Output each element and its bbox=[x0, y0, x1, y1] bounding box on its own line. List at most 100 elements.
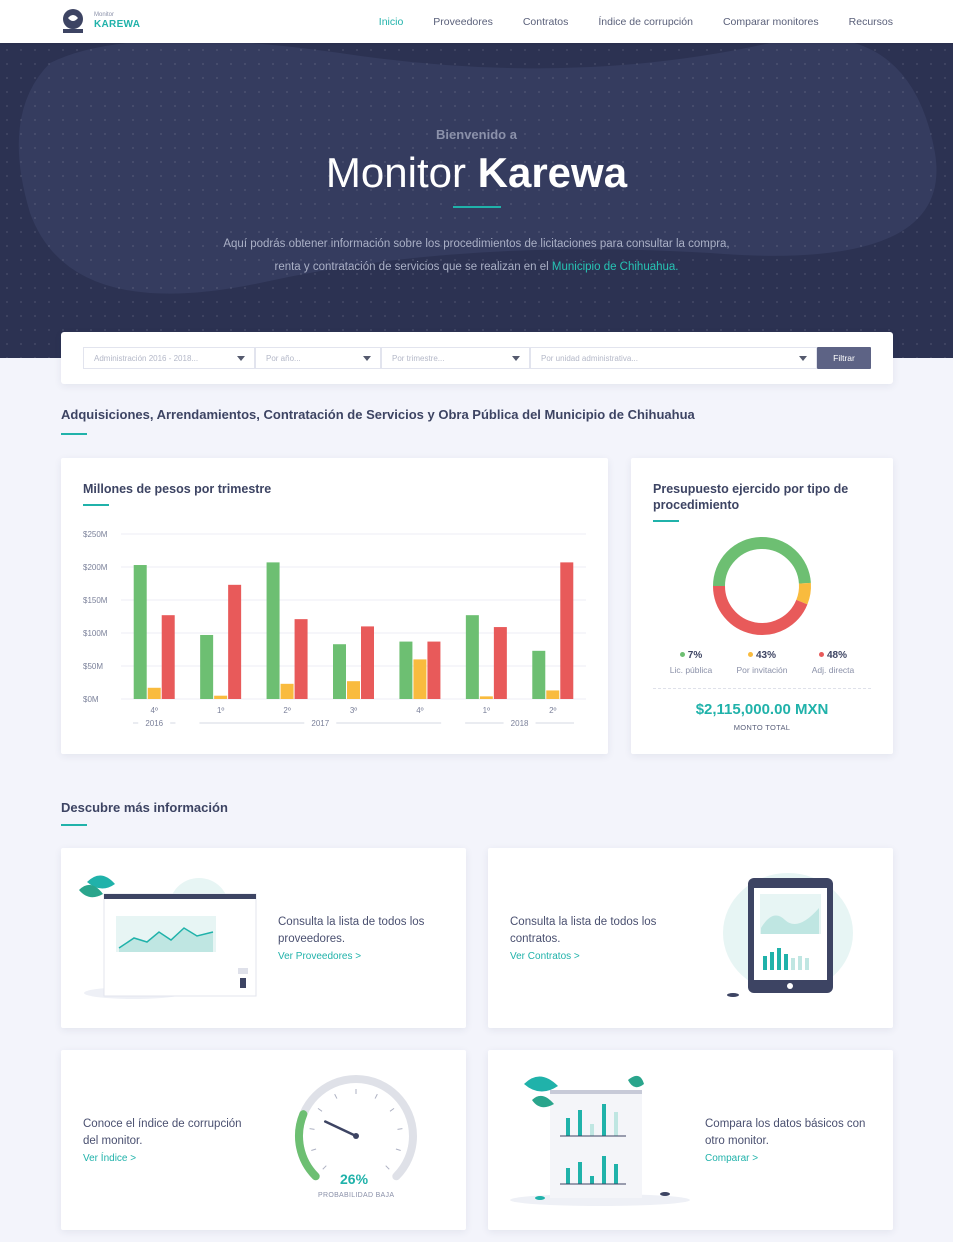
gauge-tick bbox=[311, 1148, 317, 1151]
comparar-text: Compara los datos básicos con otro monit… bbox=[705, 1118, 866, 1147]
gauge-fill bbox=[295, 1110, 320, 1181]
y-tick-label: $250M bbox=[83, 530, 108, 539]
ver-indice-link[interactable]: Ver Índice > bbox=[83, 1153, 136, 1164]
hero-description: Aquí podrás obtener información sobre lo… bbox=[223, 238, 730, 273]
nav-link-indice[interactable]: Índice de corrupción bbox=[598, 16, 693, 28]
unit-select[interactable]: Por unidad administrativa... bbox=[530, 347, 817, 369]
bar bbox=[399, 641, 413, 699]
proveedores-illustration bbox=[79, 875, 257, 999]
bar bbox=[228, 584, 242, 699]
section-underline bbox=[61, 824, 87, 826]
corruption-gauge bbox=[295, 1075, 417, 1181]
bar bbox=[133, 565, 147, 699]
quarter-select[interactable]: Por trimestre... bbox=[381, 347, 530, 369]
year-label: 2016 bbox=[145, 719, 163, 728]
section-title-descubre: Descubre más información bbox=[61, 800, 228, 815]
logo-big-text: KAREWA bbox=[94, 19, 141, 30]
gauge-value: 26% bbox=[340, 1171, 369, 1187]
x-tick-label: 1º bbox=[483, 706, 490, 715]
comparar-card[interactable]: Compara los datos básicos con otro monit… bbox=[488, 1050, 893, 1230]
bar bbox=[347, 681, 360, 699]
gauge-tick bbox=[389, 1107, 395, 1112]
logo-icon bbox=[63, 9, 83, 33]
contratos-illustration bbox=[723, 873, 853, 997]
hero-welcome: Bienvenido a bbox=[436, 127, 517, 142]
y-tick-label: $100M bbox=[83, 629, 108, 638]
nav-link-proveedores[interactable]: Proveedores bbox=[433, 16, 493, 28]
bar bbox=[214, 695, 228, 699]
gauge-tick bbox=[317, 1107, 323, 1112]
bar bbox=[200, 634, 214, 699]
hero-underline bbox=[453, 206, 501, 208]
nav-link-inicio[interactable]: Inicio bbox=[379, 16, 404, 28]
nav-link-recursos[interactable]: Recursos bbox=[849, 16, 893, 28]
gauge-tick bbox=[397, 1128, 403, 1130]
indice-card[interactable]: Conoce el índice de corrupción del monit… bbox=[61, 1050, 466, 1230]
bar bbox=[294, 619, 308, 699]
gauge-tick bbox=[309, 1128, 315, 1130]
legend-adj-directa: 48% Adj. directa bbox=[811, 650, 855, 675]
y-tick-label: $0M bbox=[83, 695, 99, 704]
x-tick-label: 4º bbox=[416, 706, 423, 715]
y-tick-label: $150M bbox=[83, 596, 108, 605]
contratos-card[interactable]: Consulta la lista de todos los contratos… bbox=[488, 848, 893, 1028]
bar bbox=[361, 626, 374, 699]
section-underline bbox=[61, 433, 87, 435]
section-title-adquisiciones: Adquisiciones, Arrendamientos, Contratac… bbox=[61, 407, 695, 422]
bar bbox=[333, 644, 346, 699]
x-tick-label: 4º bbox=[151, 706, 158, 715]
chevron-down-icon bbox=[512, 356, 520, 361]
ver-proveedores-link[interactable]: Ver Proveedores > bbox=[278, 951, 361, 962]
bar-chart-card: Millones de pesos por trimestre $0M $50M $… bbox=[61, 458, 608, 754]
chevron-down-icon bbox=[363, 356, 371, 361]
year-label: 2017 bbox=[311, 719, 329, 728]
filter-bar: Administración 2016 - 2018... Por año...… bbox=[61, 332, 893, 384]
bar bbox=[266, 562, 280, 699]
gauge-needle bbox=[323, 1120, 358, 1138]
donut-slice bbox=[713, 585, 808, 635]
proveedores-text: Consulta la lista de todos los proveedor… bbox=[278, 916, 425, 945]
total-amount: $2,115,000.00 MXN bbox=[695, 701, 829, 718]
bar bbox=[465, 615, 479, 699]
y-tick-label: $50M bbox=[83, 662, 103, 671]
donut-slice bbox=[796, 582, 811, 605]
ver-contratos-link[interactable]: Ver Contratos > bbox=[510, 951, 580, 962]
bar bbox=[493, 627, 507, 699]
bar bbox=[479, 696, 493, 699]
bar bbox=[560, 562, 574, 699]
bar bbox=[546, 690, 560, 699]
indice-text: Conoce el índice de corrupción del monit… bbox=[83, 1118, 242, 1147]
year-label: 2018 bbox=[511, 719, 529, 728]
gauge-hub bbox=[353, 1133, 359, 1139]
year-select[interactable]: Por año... bbox=[255, 347, 381, 369]
x-tick-label: 1º bbox=[217, 706, 224, 715]
total-label: MONTO TOTAL bbox=[733, 723, 791, 732]
x-tick-label: 2º bbox=[283, 706, 290, 715]
divider bbox=[653, 688, 871, 689]
top-nav: Monitor KAREWA Inicio Proveedores Contra… bbox=[0, 0, 953, 43]
bar bbox=[147, 687, 161, 699]
gauge-label: PROBABILIDAD BAJA bbox=[318, 1192, 395, 1199]
proveedores-card[interactable]: Consulta la lista de todos los proveedor… bbox=[61, 848, 466, 1028]
x-tick-label: 2º bbox=[549, 706, 556, 715]
contratos-text: Consulta la lista de todos los contratos… bbox=[510, 916, 657, 945]
nav-link-comparar[interactable]: Comparar monitores bbox=[723, 16, 819, 28]
bar bbox=[161, 615, 175, 699]
bar bbox=[532, 650, 546, 699]
x-tick-label: 3º bbox=[350, 706, 357, 715]
bar-chart: $0M $50M $100M $150M $200M $250M 4º 1º 2º 3º 4º 1º 2… bbox=[83, 530, 586, 728]
comparar-illustration bbox=[510, 1075, 690, 1206]
filter-button[interactable]: Filtrar bbox=[817, 347, 871, 369]
bar bbox=[280, 683, 294, 699]
gauge-tick bbox=[322, 1165, 327, 1170]
y-tick-label: $200M bbox=[83, 563, 108, 572]
municipio-highlight: Municipio de Chihuahua. bbox=[551, 261, 679, 273]
bar bbox=[427, 641, 441, 699]
chevron-down-icon bbox=[799, 356, 807, 361]
admin-select[interactable]: Administración 2016 - 2018... bbox=[83, 347, 255, 369]
nav-link-contratos[interactable]: Contratos bbox=[523, 16, 569, 28]
logo[interactable]: Monitor KAREWA bbox=[60, 8, 140, 36]
legend-por-invitacion: 43% Por invitación bbox=[736, 650, 788, 675]
gauge-tick bbox=[334, 1093, 338, 1099]
comparar-link[interactable]: Comparar > bbox=[705, 1153, 758, 1164]
